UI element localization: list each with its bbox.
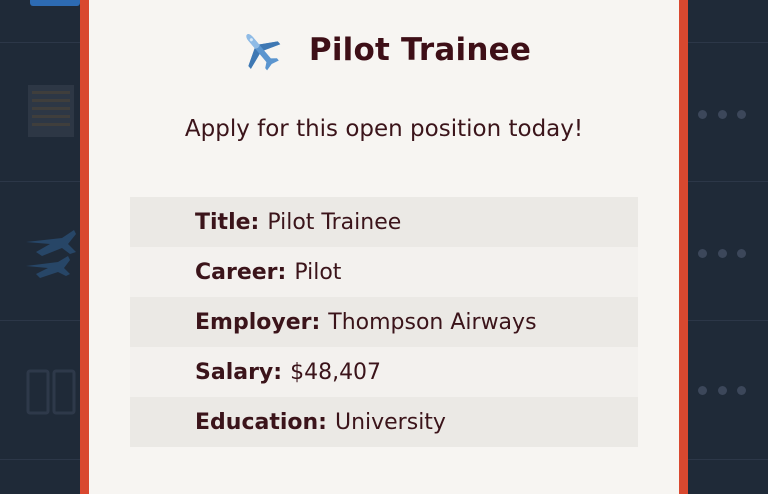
background-button [30,0,80,6]
detail-value: Thompson Airways [328,309,537,335]
job-offer-modal: Pilot Trainee Apply for this open positi… [80,0,688,494]
detail-row-salary: Salary: $48,407 [130,347,638,397]
airplane-icon [246,34,281,71]
detail-value: Pilot Trainee [267,209,402,235]
document-icon [28,85,74,137]
more-options-icon [698,248,746,258]
modal-subtitle: Apply for this open position today! [184,116,584,142]
detail-label: Employer: [195,309,321,335]
detail-row-employer: Employer: Thompson Airways [130,297,638,347]
modal-title: Pilot Trainee [308,32,532,68]
detail-value: University [334,409,446,435]
more-options-icon [698,385,746,395]
job-details-table: Title: Pilot Trainee Career: Pilot Emplo… [130,197,638,447]
detail-label: Education: [195,409,327,435]
detail-row-career: Career: Pilot [130,247,638,297]
detail-value: Pilot [294,259,342,285]
detail-row-education: Education: University [130,397,638,447]
airplane-icon [26,230,76,278]
more-options-icon [698,109,746,119]
detail-label: Title: [195,209,260,235]
modal-header: Pilot Trainee [89,22,679,78]
detail-label: Career: [195,259,287,285]
device-icon [26,369,76,415]
detail-row-title: Title: Pilot Trainee [130,197,638,247]
detail-value: $48,407 [290,359,382,385]
detail-label: Salary: [195,359,283,385]
